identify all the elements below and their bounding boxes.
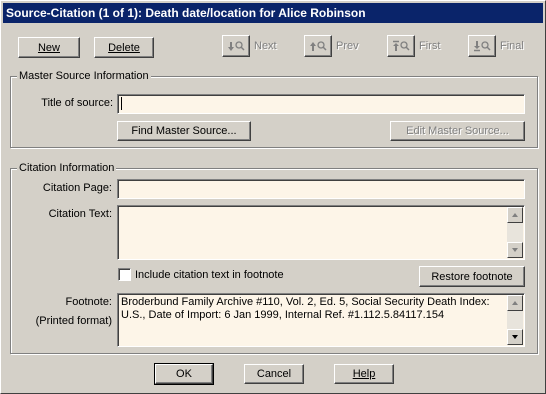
prev-button[interactable]: Prev (304, 33, 359, 59)
footnote-scroll-up-button[interactable] (507, 295, 523, 311)
scroll-down-button[interactable] (507, 242, 523, 258)
cancel-button[interactable]: Cancel (244, 364, 304, 384)
master-source-group-title: Master Source Information (17, 70, 151, 82)
next-icon (222, 35, 250, 57)
window-title: Source-Citation (1 of 1): Death date/loc… (3, 3, 543, 23)
citation-text-area[interactable] (117, 205, 525, 260)
first-icon (387, 35, 415, 57)
cancel-button-label: Cancel (256, 368, 292, 380)
scroll-down-icon (512, 248, 518, 252)
footnote-scroll-down-button[interactable] (507, 329, 523, 345)
help-button-label: Help (352, 368, 376, 380)
delete-button-label: Delete (108, 41, 140, 54)
title-of-source-label: Title of source: (41, 97, 113, 109)
title-of-source-input[interactable] (117, 94, 525, 114)
ok-button[interactable]: OK (154, 363, 214, 385)
help-button[interactable]: Help (334, 364, 394, 384)
new-button[interactable]: New (18, 37, 80, 58)
final-button[interactable]: Final (468, 33, 524, 59)
first-button[interactable]: First (387, 33, 440, 59)
delete-button[interactable]: Delete (94, 37, 154, 58)
scroll-up-button[interactable] (507, 207, 523, 223)
edit-master-source-label: Edit Master Source... (406, 125, 509, 137)
prev-label: Prev (336, 40, 359, 52)
footnote-sublabel: (Printed format) (35, 315, 112, 327)
final-label: Final (500, 40, 524, 52)
footnote-scrollbar[interactable] (507, 295, 523, 345)
next-button[interactable]: Next (222, 33, 277, 59)
final-icon (468, 35, 496, 57)
first-label: First (419, 40, 441, 52)
footnote-label: Footnote: (65, 296, 112, 308)
ok-button-label: OK (176, 368, 192, 380)
footnote-value: Broderbund Family Archive #110, Vol. 2, … (121, 296, 490, 321)
prev-icon (304, 35, 332, 57)
source-citation-dialog: Source-Citation (1 of 1): Death date/loc… (0, 0, 546, 394)
restore-footnote-label: Restore footnote (431, 270, 513, 283)
include-citation-checkbox[interactable] (118, 268, 131, 281)
citation-page-input[interactable] (117, 179, 525, 199)
citation-text-scrollbar[interactable] (507, 207, 523, 258)
find-master-source-button[interactable]: Find Master Source... (117, 121, 251, 141)
citation-page-label: Citation Page: (42, 182, 112, 194)
next-label: Next (254, 40, 277, 52)
restore-footnote-button[interactable]: Restore footnote (419, 266, 525, 287)
include-citation-label: Include citation text in footnote (135, 269, 284, 281)
new-button-label: New (37, 41, 60, 54)
footnote-textarea[interactable]: Broderbund Family Archive #110, Vol. 2, … (117, 293, 525, 347)
footnote-scroll-up-icon (512, 301, 518, 305)
edit-master-source-button[interactable]: Edit Master Source... (390, 121, 525, 141)
citation-text-label: Citation Text: (48, 208, 112, 220)
scroll-up-icon (512, 213, 518, 217)
citation-info-group-title: Citation Information (17, 162, 117, 174)
find-master-source-label: Find Master Source... (131, 125, 237, 137)
footnote-scroll-down-icon (512, 335, 518, 339)
text-caret (121, 97, 122, 110)
